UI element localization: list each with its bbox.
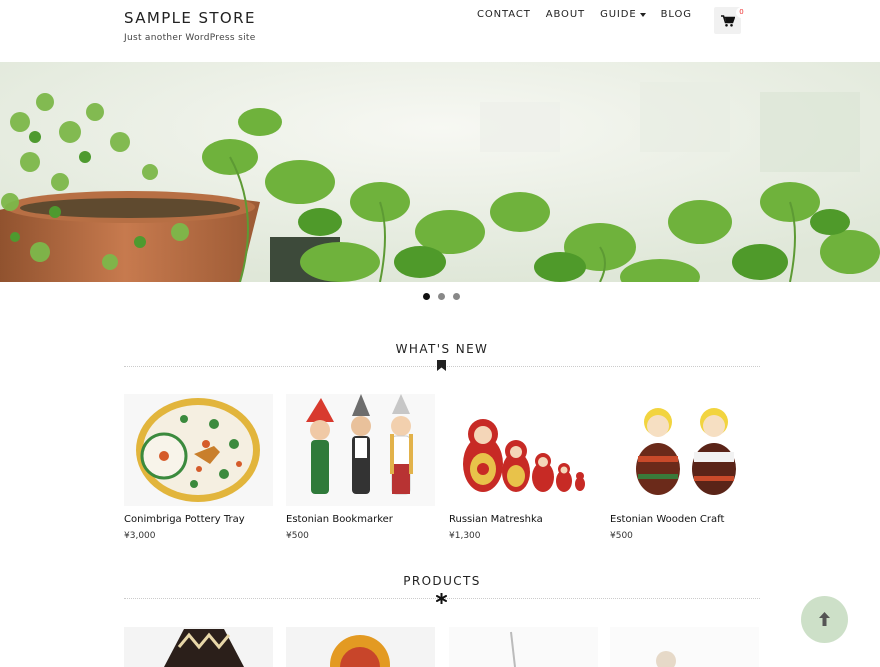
product-image[interactable] <box>449 394 598 506</box>
product-card[interactable]: Conimbriga Pottery Tray ¥3,000 <box>124 394 273 541</box>
arrow-up-icon <box>819 612 830 626</box>
bookmark-icon <box>437 360 446 371</box>
scroll-to-top-button[interactable] <box>801 596 848 643</box>
product-image[interactable] <box>286 394 435 506</box>
site-title[interactable]: SAMPLE STORE <box>124 9 256 27</box>
product-price: ¥1,300 <box>449 531 481 541</box>
product-image[interactable] <box>610 627 759 667</box>
main-nav: CONTACT ABOUT GUIDE BLOG <box>477 9 692 20</box>
product-card[interactable]: Estonian Bookmarker ¥500 <box>286 394 435 541</box>
product-name[interactable]: Conimbriga Pottery Tray <box>124 514 273 525</box>
site-description: Just another WordPress site <box>124 33 256 43</box>
product-price: ¥3,000 <box>124 531 156 541</box>
product-image[interactable] <box>124 394 273 506</box>
product-image[interactable] <box>124 627 273 667</box>
asterisk-icon <box>436 593 447 604</box>
nav-item-about[interactable]: ABOUT <box>546 9 585 20</box>
nav-item-contact[interactable]: CONTACT <box>477 9 531 20</box>
product-name[interactable]: Estonian Bookmarker <box>286 514 435 525</box>
product-card[interactable]: Estonian Wooden Craft ¥500 <box>610 394 759 541</box>
hero-slider[interactable] <box>0 62 880 282</box>
chevron-down-icon <box>639 12 646 17</box>
product-name[interactable]: Estonian Wooden Craft <box>610 514 759 525</box>
product-image[interactable] <box>449 627 598 667</box>
nav-item-guide-label: GUIDE <box>600 9 637 20</box>
nav-item-blog[interactable]: BLOG <box>661 9 692 20</box>
slider-dot[interactable] <box>453 293 460 300</box>
nav-item-guide[interactable]: GUIDE <box>600 9 646 20</box>
whats-new-heading: WHAT'S NEW <box>395 342 489 356</box>
slider-dot[interactable] <box>423 293 430 300</box>
hero-image <box>0 62 880 282</box>
product-name[interactable]: Russian Matreshka <box>449 514 598 525</box>
product-image[interactable] <box>610 394 759 506</box>
slider-pagination <box>423 293 460 300</box>
product-card[interactable]: Russian Matreshka ¥1,300 <box>449 394 598 541</box>
cart-count-badge: 0 <box>736 7 747 18</box>
product-image[interactable] <box>286 627 435 667</box>
product-price: ¥500 <box>610 531 633 541</box>
product-price: ¥500 <box>286 531 309 541</box>
slider-dot[interactable] <box>438 293 445 300</box>
shopping-cart-icon <box>721 15 735 27</box>
products-heading: PRODUCTS <box>403 574 481 588</box>
site-header: SAMPLE STORE Just another WordPress site… <box>0 0 880 63</box>
